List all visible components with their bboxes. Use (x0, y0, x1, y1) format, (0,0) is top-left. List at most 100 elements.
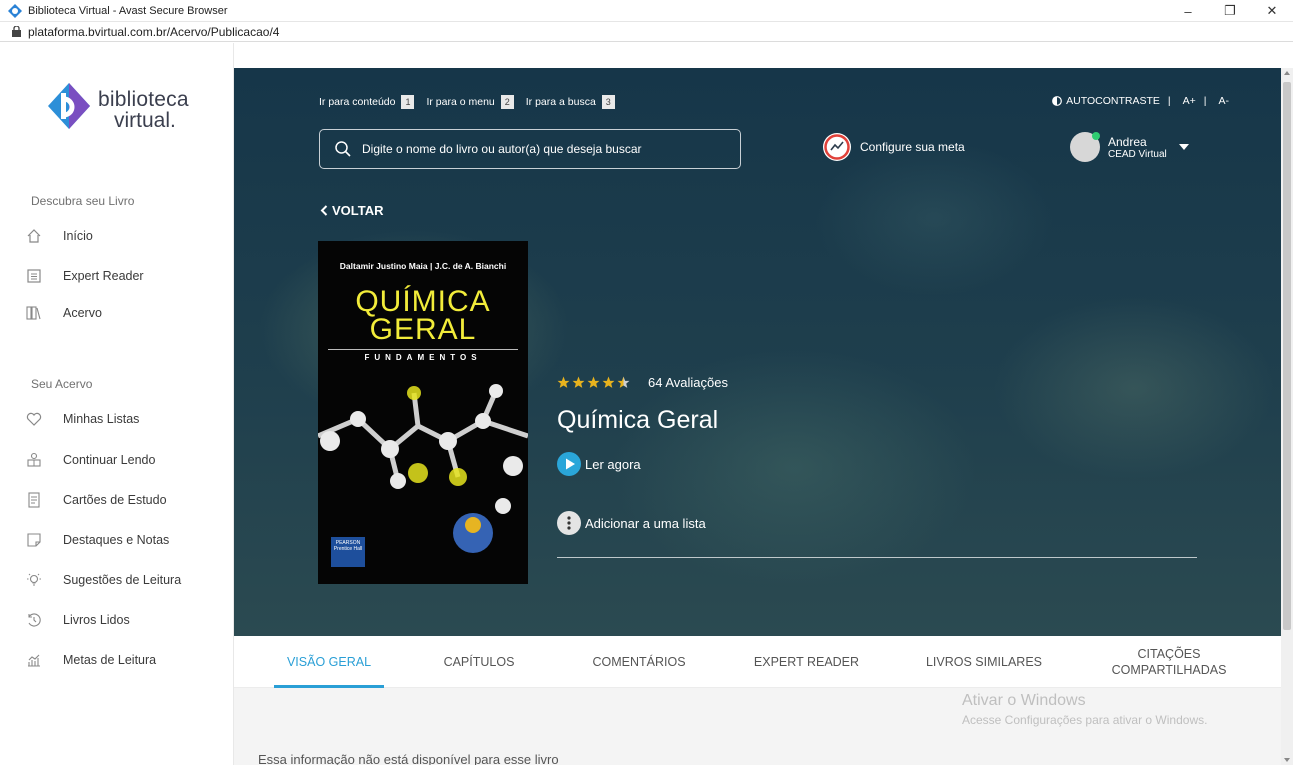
sidebar-item-label: Sugestões de Leitura (63, 573, 182, 587)
scroll-up-arrow-icon[interactable] (1284, 71, 1290, 75)
window-title-bar: Biblioteca Virtual - Avast Secure Browse… (0, 0, 1293, 22)
user-name: Andrea (1108, 134, 1147, 149)
tab-visao-geral[interactable]: VISÃO GERAL (274, 636, 384, 688)
restore-button[interactable]: ❐ (1209, 0, 1251, 22)
tab-label: LIVROS SIMILARES (925, 655, 1042, 669)
book-cover[interactable]: Daltamir Justino Maia | J.C. de A. Bianc… (318, 241, 528, 584)
book-hero-banner: Ir para conteúdo 1 Ir para o menu 2 Ir p… (234, 68, 1281, 636)
scrollbar-thumb[interactable] (1283, 82, 1291, 630)
logo-text-line2: virtual. (114, 109, 176, 132)
window-controls: – ❐ ✕ (1167, 0, 1293, 22)
sidebar-item-label: Minhas Listas (63, 412, 140, 426)
add-to-list-label: Adicionar a uma lista (585, 515, 706, 531)
tab-expert-reader[interactable]: EXPERT READER (739, 636, 874, 688)
tab-citacoes-compartilhadas[interactable]: CITAÇÕES COMPARTILHADAS (1094, 636, 1244, 688)
close-button[interactable]: ✕ (1251, 0, 1293, 22)
font-increase-button[interactable]: A+ (1183, 95, 1196, 107)
molecule-illustration (318, 384, 528, 553)
sidebar-item-label: Expert Reader (63, 269, 144, 283)
sidebar-item-inicio[interactable]: Início (26, 224, 93, 248)
star-icon (617, 376, 630, 388)
document-icon (27, 269, 41, 283)
windows-activation-watermark: Ativar o Windows Acesse Configurações pa… (962, 692, 1207, 727)
skip-links: Ir para conteúdo 1 Ir para o menu 2 Ir p… (319, 95, 627, 109)
tab-comentarios[interactable]: COMENTÁRIOS (574, 636, 704, 688)
skip-to-search-link[interactable]: Ir para a busca (526, 96, 596, 108)
sidebar-item-sugestoes-de-leitura[interactable]: Sugestões de Leitura (26, 568, 181, 592)
accessibility-controls: AUTOCONTRASTE | A+ | A- (1052, 95, 1229, 107)
sidebar-item-minhas-listas[interactable]: Minhas Listas (26, 407, 139, 431)
watermark-subtitle: Acesse Configurações para ativar o Windo… (962, 713, 1208, 727)
search-icon (335, 141, 351, 157)
minimize-button[interactable]: – (1167, 0, 1209, 22)
tab-label: CITAÇÕES COMPARTILHADAS (1111, 647, 1227, 677)
user-organization: CEAD Virtual (1108, 148, 1167, 160)
user-menu[interactable]: Andrea CEAD Virtual (1070, 132, 1189, 162)
star-icon (587, 376, 600, 388)
lightbulb-icon (27, 573, 41, 586)
books-icon (26, 306, 41, 320)
add-to-list-button[interactable]: Adicionar a uma lista (557, 511, 706, 535)
search-placeholder: Digite o nome do livro ou autor(a) que d… (362, 142, 642, 156)
sidebar-item-destaques-e-notas[interactable]: Destaques e Notas (26, 528, 169, 552)
goal-chart-icon (28, 654, 40, 667)
star-icon (572, 376, 585, 388)
url-text[interactable]: plataforma.bvirtual.com.br/Acervo/Public… (28, 25, 279, 39)
sidebar-item-continuar-lendo[interactable]: Continuar Lendo (26, 448, 155, 472)
browser-app-icon (8, 3, 22, 18)
configure-goal-button[interactable]: Configure sua meta (822, 132, 965, 162)
site-logo[interactable]: biblioteca virtual. (48, 83, 208, 133)
hero-divider (557, 557, 1197, 558)
tab-livros-similares[interactable]: LIVROS SIMILARES (909, 636, 1059, 688)
read-now-label: Ler agora (585, 456, 641, 472)
online-status-dot (1092, 132, 1100, 140)
heart-icon (26, 412, 42, 426)
sidebar-item-label: Continuar Lendo (63, 453, 156, 467)
book-tabs: VISÃO GERAL CAPÍTULOS COMENTÁRIOS EXPERT… (234, 636, 1281, 688)
goal-gauge-icon (823, 133, 851, 161)
play-icon (557, 452, 581, 476)
divider: | (1203, 95, 1207, 107)
section-title-discover: Descubra seu Livro (31, 194, 135, 208)
tab-label: COMENTÁRIOS (592, 655, 686, 669)
sidebar-item-cartoes-de-estudo[interactable]: Cartões de Estudo (26, 488, 167, 512)
rating-count[interactable]: 64 Avaliações (648, 375, 728, 390)
sidebar-item-label: Metas de Leitura (63, 653, 157, 667)
address-bar[interactable]: plataforma.bvirtual.com.br/Acervo/Public… (0, 22, 1293, 42)
scroll-down-arrow-icon[interactable] (1284, 758, 1290, 762)
star-icon (557, 376, 570, 388)
unavailable-info-text: Essa informação não está disponível para… (258, 752, 559, 765)
skip-key-1: 1 (401, 95, 415, 109)
page-scrollbar[interactable] (1281, 68, 1293, 765)
lock-icon (12, 26, 21, 37)
home-icon (27, 229, 41, 243)
sidebar-item-label: Livros Lidos (63, 613, 130, 627)
skip-key-3: 3 (601, 95, 615, 109)
divider: | (1167, 95, 1171, 107)
sidebar-item-metas-de-leitura[interactable]: Metas de Leitura (26, 648, 156, 672)
sidebar-item-acervo[interactable]: Acervo (26, 301, 102, 325)
read-now-button[interactable]: Ler agora (557, 452, 641, 476)
sidebar-item-label: Destaques e Notas (63, 533, 170, 547)
back-button[interactable]: VOLTAR (320, 203, 384, 218)
sidebar-item-livros-lidos[interactable]: Livros Lidos (26, 608, 130, 632)
skip-to-content-link[interactable]: Ir para conteúdo (319, 96, 395, 108)
section-title-your-collection: Seu Acervo (31, 377, 93, 391)
search-input[interactable]: Digite o nome do livro ou autor(a) que d… (319, 129, 741, 169)
logo-mark-icon (48, 83, 90, 129)
font-decrease-button[interactable]: A- (1219, 95, 1230, 107)
sidebar-item-label: Início (63, 229, 93, 243)
skip-to-menu-link[interactable]: Ir para o menu (426, 96, 494, 108)
tab-capitulos[interactable]: CAPÍTULOS (424, 636, 534, 688)
skip-key-2: 2 (500, 95, 514, 109)
book-title: Química Geral (557, 406, 719, 434)
tab-label: CAPÍTULOS (443, 655, 515, 669)
note-icon (27, 533, 41, 547)
sidebar: biblioteca virtual. Descubra seu Livro I… (0, 43, 234, 765)
publisher-logo: PEARSON Prentice Hall (331, 537, 365, 567)
more-options-icon (557, 511, 581, 535)
sidebar-item-expert-reader[interactable]: Expert Reader (26, 264, 144, 288)
autocontrast-button[interactable]: AUTOCONTRASTE (1066, 95, 1160, 107)
contrast-icon (1052, 96, 1063, 106)
history-icon (28, 613, 41, 627)
